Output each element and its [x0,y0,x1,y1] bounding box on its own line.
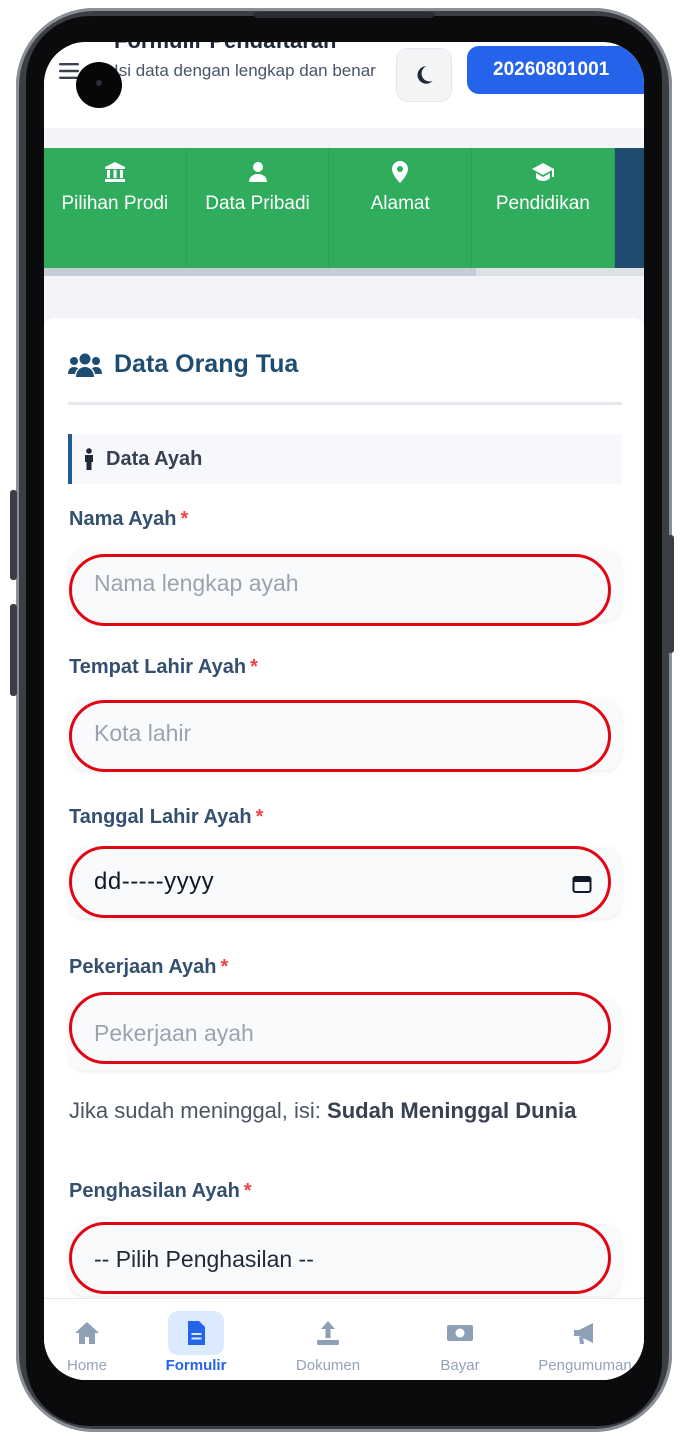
file-icon [188,1321,205,1345]
nav-label: Formulir [165,1357,227,1374]
registration-number-badge[interactable]: 20260801001 [467,46,644,94]
required-marker: * [250,656,258,678]
app-screen: Formulir Pendaftaran Isi data dengan len… [44,42,644,1380]
map-marker-icon [392,161,409,183]
pekerjaan-label: Pekerjaan Ayah * [69,956,228,979]
section-title: Data Orang Tua [114,350,299,378]
nav-label: Pengumuman [538,1357,632,1374]
required-marker: * [220,956,229,978]
graduation-cap-icon [531,163,554,181]
nama-ayah-placeholder: Nama lengkap ayah [94,570,299,596]
nav-label: Bayar [440,1357,480,1374]
home-icon [75,1322,99,1344]
step-label: Data Pribadi [205,193,310,214]
page-title: Formulir Pendaftaran [114,42,336,54]
male-person-icon [85,448,93,470]
tempat-lahir-placeholder: Kota lahir [94,720,192,746]
section-heading: Data Orang Tua [68,350,298,379]
calendar-icon[interactable] [572,874,592,894]
nav-pengumuman[interactable]: Pengumuman [526,1299,644,1380]
step-label: Alamat [370,193,430,214]
label-text: Tempat Lahir Ayah [69,656,247,678]
tempat-lahir-label: Tempat Lahir Ayah * [69,656,258,679]
nav-icon-wrap [557,1311,613,1355]
megaphone-icon [574,1323,593,1344]
label-text: Tanggal Lahir Ayah [69,806,252,828]
form-steps-nav: Pilihan Prodi Data Pribadi Alamat Pendid… [44,148,644,268]
step-next-partial[interactable] [614,148,644,268]
money-bill-icon [447,1325,473,1341]
subsection-heading: Data Ayah [68,434,622,484]
volume-up-button [10,490,17,580]
nav-icon-wrap [432,1311,488,1355]
theme-toggle-button[interactable] [396,48,452,102]
penghasilan-label: Penghasilan Ayah * [69,1180,252,1203]
nav-dokumen[interactable]: Dokumen [262,1299,394,1380]
nav-icon-wrap [59,1311,115,1355]
section-divider [68,402,622,405]
volume-down-button [10,604,17,696]
step-pilihan-prodi[interactable]: Pilihan Prodi [44,148,187,268]
step-label: Pilihan Prodi [61,193,169,214]
university-icon [104,162,125,182]
front-camera [76,62,122,108]
steps-scrollbar-thumb[interactable] [44,268,476,276]
nav-home[interactable]: Home [44,1299,130,1380]
moon-icon [417,66,433,84]
step-data-pribadi[interactable]: Data Pribadi [187,148,330,268]
form-card: Data Orang Tua Data Ayah Nama Ayah * Nama… [44,318,644,1380]
required-marker: * [255,806,264,828]
nav-icon-wrap [300,1311,356,1355]
pekerjaan-placeholder: Pekerjaan ayah [94,1020,254,1046]
pekerjaan-hint: Jika sudah meninggal, isi: Sudah Meningg… [69,1094,589,1128]
nav-formulir[interactable]: Formulir [130,1299,262,1380]
page-subtitle: Isi data dengan lengkap dan benar [114,61,376,80]
penghasilan-selected: -- Pilih Penghasilan -- [94,1246,314,1272]
power-button [667,535,674,653]
nav-bayar[interactable]: Bayar [394,1299,526,1380]
speaker-grill [254,12,434,18]
hint-emphasis: Sudah Meninggal Dunia [327,1098,577,1123]
label-text: Pekerjaan Ayah [69,956,217,978]
app-header: Formulir Pendaftaran Isi data dengan len… [44,42,644,128]
step-pendidikan[interactable]: Pendidikan [472,148,615,268]
users-icon [68,353,102,377]
label-text: Nama Ayah [69,508,177,530]
label-text: Penghasilan Ayah [69,1180,240,1202]
nama-ayah-label: Nama Ayah * [69,508,188,531]
step-label: Pendidikan [495,193,590,214]
nav-label: Home [66,1357,107,1374]
nav-icon-wrap [168,1311,224,1355]
required-marker: * [243,1180,252,1202]
date-value: dd-----yyyy [94,868,215,895]
user-icon [248,162,267,182]
upload-icon [317,1321,339,1345]
subsection-title: Data Ayah [106,447,203,470]
step-alamat[interactable]: Alamat [329,148,473,268]
tanggal-lahir-label: Tanggal Lahir Ayah * [69,806,263,829]
hint-text: Jika sudah meninggal, isi: [69,1098,328,1123]
bottom-navigation: Home Formulir Dokumen Bayar Pengumuman [44,1298,644,1380]
required-marker: * [180,508,189,530]
nav-label: Dokumen [295,1357,361,1374]
